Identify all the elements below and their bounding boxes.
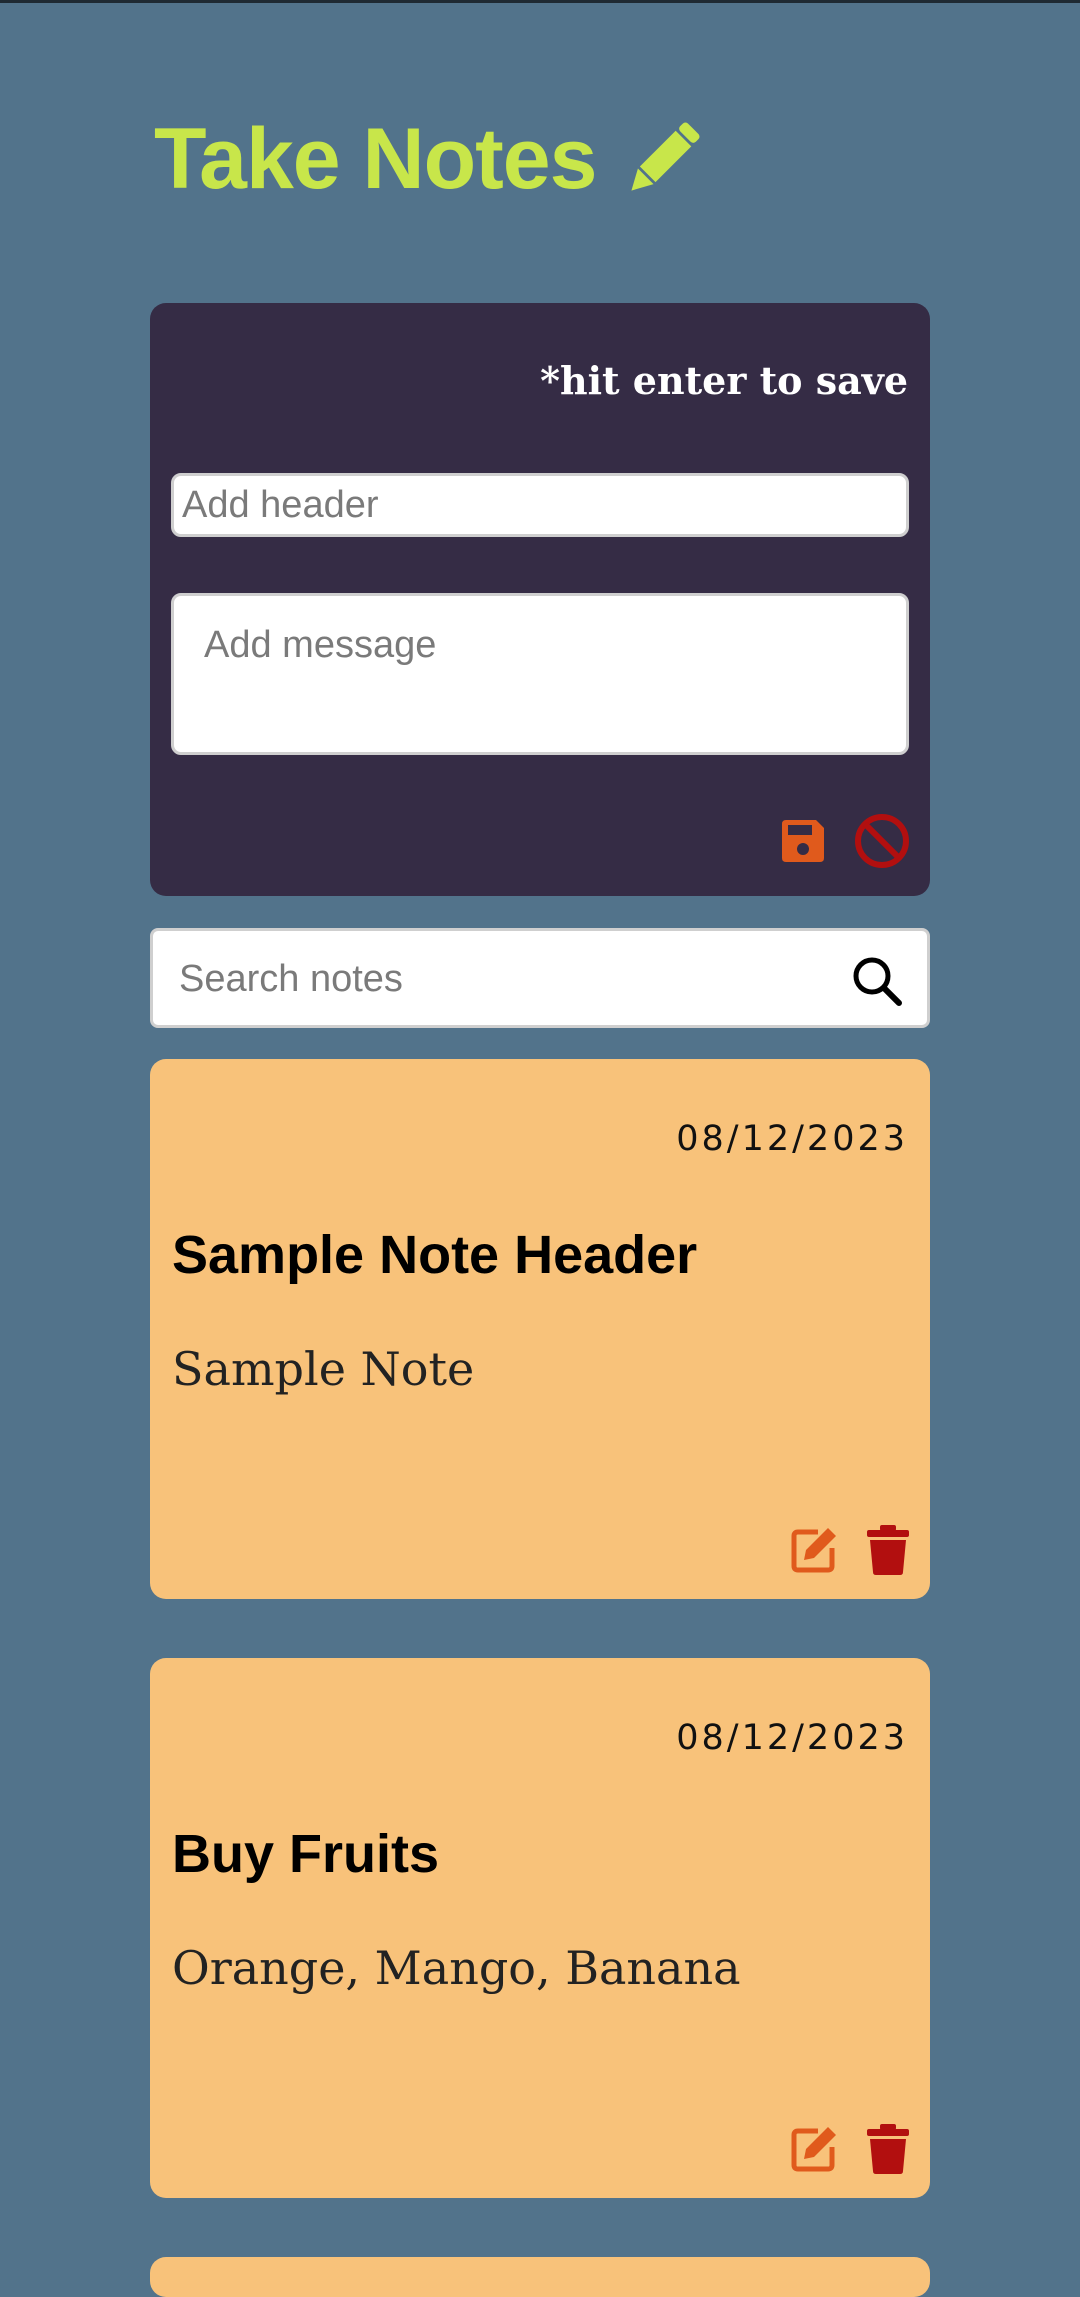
cancel-icon[interactable] [854,813,910,869]
note-actions [788,1524,910,1576]
top-edge-line [0,0,1080,3]
app-header: Take Notes [154,110,708,209]
note-header: Buy Fruits [172,1824,440,1884]
note-card: 08/12/2023 Buy Fruits Orange, Mango, Ban… [150,1658,930,2198]
edit-icon[interactable] [788,1524,840,1576]
note-date: 08/12/2023 [676,1119,908,1159]
note-actions [788,2123,910,2175]
app-title: Take Notes [154,111,597,207]
note-header: Sample Note Header [172,1225,698,1285]
save-hint: *hit enter to save [540,358,908,403]
pencil-icon [631,121,700,191]
note-card-partial [150,2257,930,2297]
search-icon[interactable] [851,955,903,1007]
search-bar [150,928,930,1028]
note-message: Sample Note [172,1342,475,1396]
message-input[interactable] [171,593,909,755]
edit-icon[interactable] [788,2123,840,2175]
save-icon[interactable] [778,816,828,866]
composer-actions [778,813,910,869]
trash-icon[interactable] [866,2123,910,2175]
trash-icon[interactable] [866,1524,910,1576]
note-composer: *hit enter to save [150,303,930,896]
note-date: 08/12/2023 [676,1718,908,1758]
note-message: Orange, Mango, Banana [172,1941,741,1995]
header-input[interactable] [171,473,909,537]
note-card: 08/12/2023 Sample Note Header Sample Not… [150,1059,930,1599]
search-input[interactable] [177,947,821,1011]
